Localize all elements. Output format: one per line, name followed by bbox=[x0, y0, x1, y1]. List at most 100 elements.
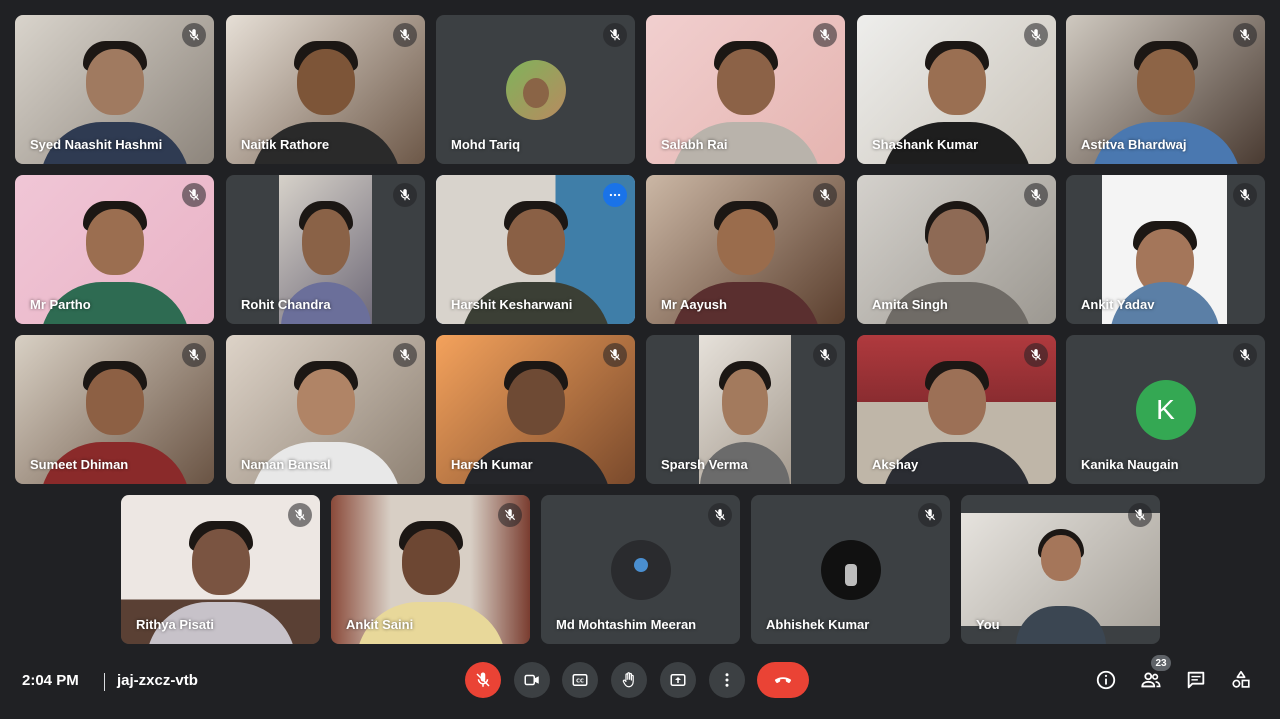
mic-off-icon bbox=[603, 343, 627, 367]
participant-tile[interactable]: Md Mohtashim Meeran bbox=[541, 495, 740, 644]
participant-tile[interactable]: Rithya Pisati bbox=[121, 495, 320, 644]
participant-video bbox=[961, 513, 1160, 644]
avatar-letter: K bbox=[1156, 393, 1175, 425]
activities-icon bbox=[1230, 669, 1252, 691]
chat-icon bbox=[1185, 669, 1207, 691]
participant-name: Ankit Saini bbox=[346, 617, 414, 632]
profile-avatar bbox=[505, 59, 566, 120]
mic-off-icon bbox=[813, 343, 837, 367]
people-icon bbox=[1140, 669, 1162, 691]
mic-off-icon bbox=[813, 23, 837, 47]
participant-name: Rithya Pisati bbox=[136, 617, 215, 632]
participant-name: Amita Singh bbox=[872, 297, 948, 312]
mic-off-icon bbox=[182, 23, 206, 47]
participant-name: Harsh Kumar bbox=[451, 457, 533, 472]
people-button[interactable] bbox=[1139, 668, 1163, 692]
svg-text:CC: CC bbox=[576, 679, 584, 685]
mic-off-icon bbox=[393, 23, 417, 47]
mic-off-icon bbox=[1024, 343, 1048, 367]
participant-name: Kanika Naugain bbox=[1081, 457, 1179, 472]
participant-tile[interactable]: Ankit Saini bbox=[331, 495, 530, 644]
hang-up-icon bbox=[772, 669, 794, 691]
meeting-code: jaj-zxcz-vtb bbox=[117, 672, 198, 689]
participant-name: Ankit Yadav bbox=[1081, 297, 1155, 312]
participant-tile[interactable]: Harsh Kumar bbox=[436, 335, 635, 484]
present-now-button[interactable] bbox=[660, 662, 696, 698]
mic-off-icon bbox=[288, 503, 312, 527]
participant-tile[interactable]: Mr Partho bbox=[15, 175, 214, 324]
captions-icon: CC bbox=[571, 671, 589, 689]
mic-off-icon bbox=[1024, 23, 1048, 47]
participant-tile[interactable]: Mohd Tariq bbox=[436, 15, 635, 164]
participant-tile[interactable]: Amita Singh bbox=[857, 175, 1056, 324]
participant-name: Mr Aayush bbox=[661, 297, 727, 312]
mic-off-icon bbox=[182, 183, 206, 207]
participant-name: Abhishek Kumar bbox=[766, 617, 870, 632]
mic-off-icon bbox=[393, 343, 417, 367]
participant-name: Naman Bansal bbox=[241, 457, 331, 472]
mic-off-icon bbox=[393, 183, 417, 207]
mic-off-icon bbox=[1233, 183, 1257, 207]
participant-tile[interactable]: Sparsh Verma bbox=[646, 335, 845, 484]
mic-off-icon bbox=[603, 23, 627, 47]
camera-toggle-button[interactable] bbox=[514, 662, 550, 698]
participant-tile[interactable]: Salabh Rai bbox=[646, 15, 845, 164]
raise-hand-icon bbox=[620, 671, 638, 689]
more-options-icon[interactable] bbox=[603, 183, 627, 207]
profile-avatar bbox=[820, 539, 881, 600]
participant-tile-active-speaker[interactable]: Harshit Kesharwani bbox=[436, 175, 635, 324]
raise-hand-button[interactable] bbox=[611, 662, 647, 698]
participant-tile[interactable]: Astitva Bhardwaj bbox=[1066, 15, 1265, 164]
profile-avatar bbox=[610, 539, 671, 600]
participant-name: You bbox=[976, 617, 1000, 632]
mic-off-icon bbox=[1233, 343, 1257, 367]
participant-tile-self[interactable]: You bbox=[961, 495, 1160, 644]
meeting-time: 2:04 PM bbox=[22, 672, 79, 689]
mic-off-icon bbox=[1128, 503, 1152, 527]
participant-name: Astitva Bhardwaj bbox=[1081, 137, 1187, 152]
participant-tile[interactable]: Shashank Kumar bbox=[857, 15, 1056, 164]
mic-off-icon bbox=[474, 671, 492, 689]
participant-tile[interactable]: Abhishek Kumar bbox=[751, 495, 950, 644]
participant-tile[interactable]: Syed Naashit Hashmi bbox=[15, 15, 214, 164]
captions-button[interactable]: CC bbox=[562, 662, 598, 698]
participant-name: Sparsh Verma bbox=[661, 457, 748, 472]
present-icon bbox=[669, 671, 687, 689]
info-icon bbox=[1095, 669, 1117, 691]
microphone-toggle-button[interactable] bbox=[465, 662, 501, 698]
participant-tile[interactable]: Sumeet Dhiman bbox=[15, 335, 214, 484]
participant-tile[interactable]: Rohit Chandra bbox=[226, 175, 425, 324]
participant-name: Naitik Rathore bbox=[241, 137, 330, 152]
participant-tile[interactable]: Ankit Yadav bbox=[1066, 175, 1265, 324]
meet-window: Syed Naashit Hashmi Naitik Rathore Mohd … bbox=[0, 0, 1280, 719]
participant-tile[interactable]: K Kanika Naugain bbox=[1066, 335, 1265, 484]
camera-icon bbox=[523, 671, 541, 689]
participant-tile[interactable]: Naman Bansal bbox=[226, 335, 425, 484]
participant-name: Salabh Rai bbox=[661, 137, 728, 152]
bottom-bar-divider bbox=[104, 673, 105, 691]
participant-name: Mr Partho bbox=[30, 297, 91, 312]
leave-call-button[interactable] bbox=[757, 662, 809, 698]
mic-off-icon bbox=[182, 343, 206, 367]
mic-off-icon bbox=[708, 503, 732, 527]
participant-tile[interactable]: Mr Aayush bbox=[646, 175, 845, 324]
mic-off-icon bbox=[813, 183, 837, 207]
participant-tile[interactable]: Akshay bbox=[857, 335, 1056, 484]
more-vert-icon bbox=[718, 671, 736, 689]
mic-off-icon bbox=[1024, 183, 1048, 207]
participant-name: Mohd Tariq bbox=[451, 137, 521, 152]
participant-name: Rohit Chandra bbox=[241, 297, 331, 312]
mic-off-icon bbox=[1233, 23, 1257, 47]
chat-button[interactable] bbox=[1184, 668, 1208, 692]
participant-name: Harshit Kesharwani bbox=[451, 297, 573, 312]
participant-name: Md Mohtashim Meeran bbox=[556, 617, 697, 632]
participant-tile[interactable]: Naitik Rathore bbox=[226, 15, 425, 164]
participant-name: Shashank Kumar bbox=[872, 137, 979, 152]
meeting-details-button[interactable] bbox=[1094, 668, 1118, 692]
mic-off-icon bbox=[498, 503, 522, 527]
mic-off-icon bbox=[918, 503, 942, 527]
participant-name: Syed Naashit Hashmi bbox=[30, 137, 163, 152]
activities-button[interactable] bbox=[1229, 668, 1253, 692]
participant-count-badge: 23 bbox=[1151, 655, 1171, 671]
more-options-button[interactable] bbox=[709, 662, 745, 698]
